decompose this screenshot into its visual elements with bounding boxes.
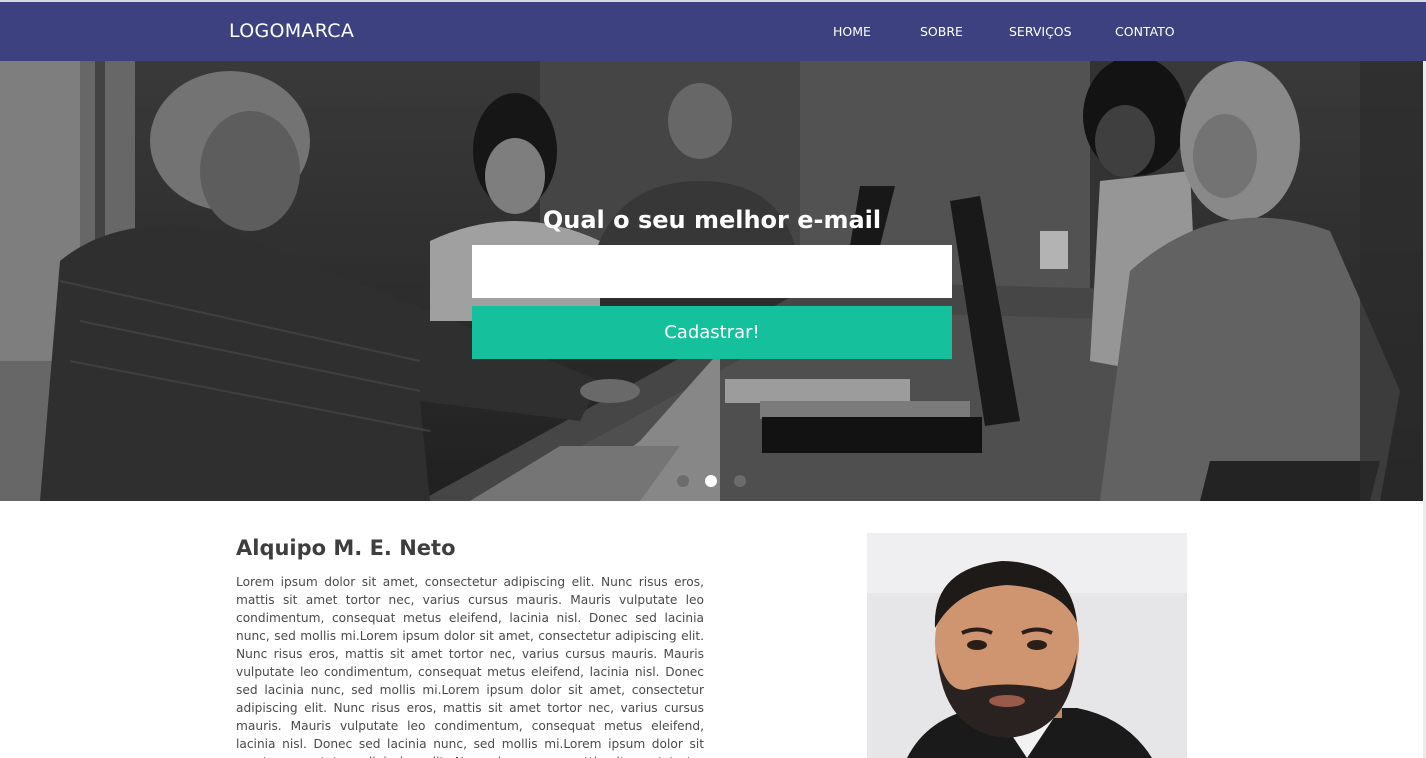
nav-sobre[interactable]: SOBRE: [920, 24, 963, 39]
carousel-dot-3[interactable]: [734, 475, 746, 487]
profile-photo: [867, 533, 1187, 758]
about-title: Alquipo M. E. Neto: [236, 536, 456, 560]
nav-home[interactable]: HOME: [833, 24, 871, 39]
profile-photo-image: [867, 533, 1187, 758]
carousel-dot-2[interactable]: [705, 475, 717, 487]
nav-servicos[interactable]: SERVIÇOS: [1009, 24, 1072, 39]
nav-contato[interactable]: CONTATO: [1115, 24, 1175, 39]
carousel-dot-1[interactable]: [677, 475, 689, 487]
hero-headline: Qual o seu melhor e-mail: [542, 206, 882, 234]
email-input[interactable]: [472, 245, 952, 298]
hero-banner: Qual o seu melhor e-mail Cadastrar!: [0, 61, 1423, 501]
cadastrar-button[interactable]: Cadastrar!: [472, 306, 952, 359]
navbar: LOGOMARCA HOME SOBRE SERVIÇOS CONTATO: [0, 2, 1426, 61]
logo[interactable]: LOGOMARCA: [229, 20, 354, 42]
about-text: Lorem ipsum dolor sit amet, consectetur …: [236, 575, 704, 758]
